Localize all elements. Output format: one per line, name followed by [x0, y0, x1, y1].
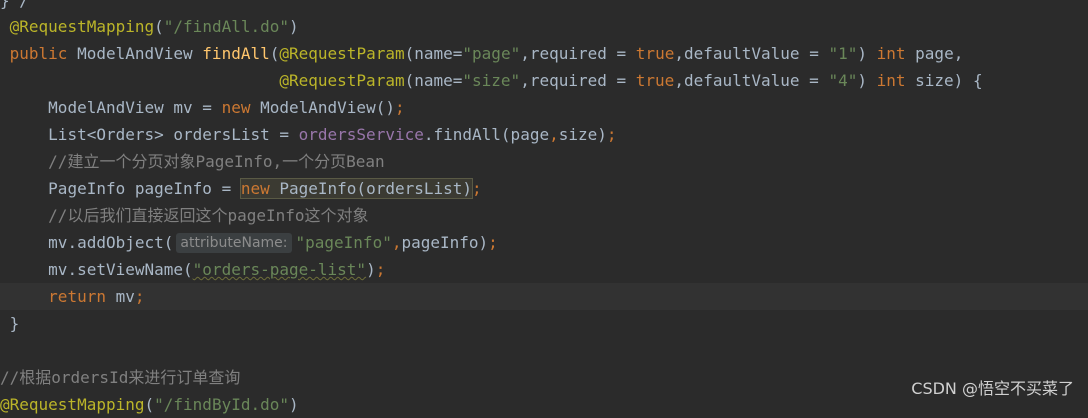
current-line[interactable]: return mv; — [0, 283, 1088, 310]
code-text: ) — [857, 71, 877, 90]
closing-brace: } — [9, 314, 20, 333]
code-line: public ModelAndView findAll(@RequestPara… — [0, 40, 1088, 67]
highlighted-expression: new PageInfo(ordersList) — [239, 178, 474, 199]
code-line: @RequestMapping("/findAll.do") — [0, 13, 1088, 40]
annotation: @RequestParam — [279, 44, 405, 63]
code-text: ModelAndView mv = — [9, 98, 222, 117]
code-text: ,defaultValue = — [674, 71, 829, 90]
watermark: CSDN @悟空不买菜了 — [911, 379, 1074, 398]
keyword: new — [221, 98, 251, 117]
code-line: //以后我们直接返回这个pageInfo这个对象 — [0, 202, 1088, 229]
code-line: @RequestParam(name="size",required = tru… — [0, 67, 1088, 94]
code-text: pageInfo) — [401, 233, 489, 252]
comma: , — [549, 125, 559, 144]
keyword: int — [876, 71, 906, 90]
code-text: ModelAndView() — [250, 98, 395, 117]
annotation: @RequestMapping — [0, 395, 145, 414]
semicolon: ; — [375, 260, 386, 279]
semicolon: ; — [472, 179, 482, 198]
code-text: mv.addObject( — [9, 233, 174, 252]
string-literal: "4" — [828, 71, 858, 90]
annotation: @RequestMapping — [9, 17, 155, 36]
code-text: ( — [154, 17, 164, 36]
keyword: new — [240, 179, 270, 198]
code-text: ,required = — [520, 44, 636, 63]
code-text: } / — [0, 0, 29, 10]
code-text: PageInfo pageInfo = — [9, 179, 241, 198]
code-line: ModelAndView mv = new ModelAndView(); — [0, 94, 1088, 121]
string-literal: "size" — [462, 71, 521, 90]
keyword: return — [48, 287, 106, 306]
comment: //建立一个分页对象PageInfo,一个分页Bean — [9, 152, 385, 171]
code-line: List<Orders> ordersList = ordersService.… — [0, 121, 1088, 148]
code-text: ,required = — [520, 71, 636, 90]
code-text: ,defaultValue = — [674, 44, 829, 63]
string-literal: "/findById.do" — [154, 395, 289, 414]
code-text: PageInfo(ordersList) — [269, 179, 473, 198]
code-text: ) — [857, 44, 877, 63]
method-name: findAll — [202, 44, 270, 63]
code-text: ) — [289, 395, 299, 414]
parameter-hint: attributeName: — [176, 233, 292, 253]
code-line: //建立一个分页对象PageInfo,一个分页Bean — [0, 148, 1088, 175]
code-text: ( — [269, 44, 280, 63]
code-text: ) — [289, 17, 299, 36]
semicolon: ; — [134, 287, 145, 306]
keyword: public — [9, 44, 68, 63]
code-text: (name= — [404, 71, 463, 90]
code-text: page, — [905, 44, 964, 63]
keyword: true — [635, 44, 675, 63]
code-text: .findAll(page — [423, 125, 550, 144]
code-text: mv.setViewName( — [9, 260, 193, 279]
code-text: ( — [144, 395, 155, 414]
string-literal: "/findAll.do" — [163, 17, 290, 36]
code-text: size) { — [905, 71, 983, 90]
code-line: PageInfo pageInfo = new PageInfo(ordersL… — [0, 175, 1088, 202]
string-literal: "pageInfo" — [295, 233, 392, 252]
string-literal: "page" — [462, 44, 521, 63]
semicolon: ; — [394, 98, 405, 117]
code-line: } — [0, 310, 1088, 337]
code-editor[interactable]: } / @RequestMapping("/findAll.do") publi… — [0, 0, 1088, 414]
comment: //根据ordersId来进行订单查询 — [0, 368, 241, 387]
annotation: @RequestParam — [279, 71, 405, 90]
field-reference: ordersService — [298, 125, 424, 144]
code-line: mv.addObject(attributeName: "pageInfo",pa… — [0, 229, 1088, 256]
code-text: ) — [366, 260, 376, 279]
code-text: ModelAndView — [67, 44, 203, 63]
string-literal: "orders-page-list" — [192, 260, 367, 279]
code-line: mv.setViewName("orders-page-list"); — [0, 256, 1088, 283]
semicolon: ; — [606, 125, 617, 144]
keyword: int — [876, 44, 906, 63]
code-line: } / — [0, 0, 1088, 14]
code-text: size) — [558, 125, 607, 144]
comment: //以后我们直接返回这个pageInfo这个对象 — [9, 206, 369, 225]
semicolon: ; — [488, 233, 498, 252]
code-text: (name= — [404, 44, 463, 63]
code-text: List<Orders> ordersList = — [9, 125, 299, 144]
string-literal: "1" — [828, 44, 858, 63]
keyword: true — [635, 71, 675, 90]
code-text: mv — [105, 287, 135, 306]
